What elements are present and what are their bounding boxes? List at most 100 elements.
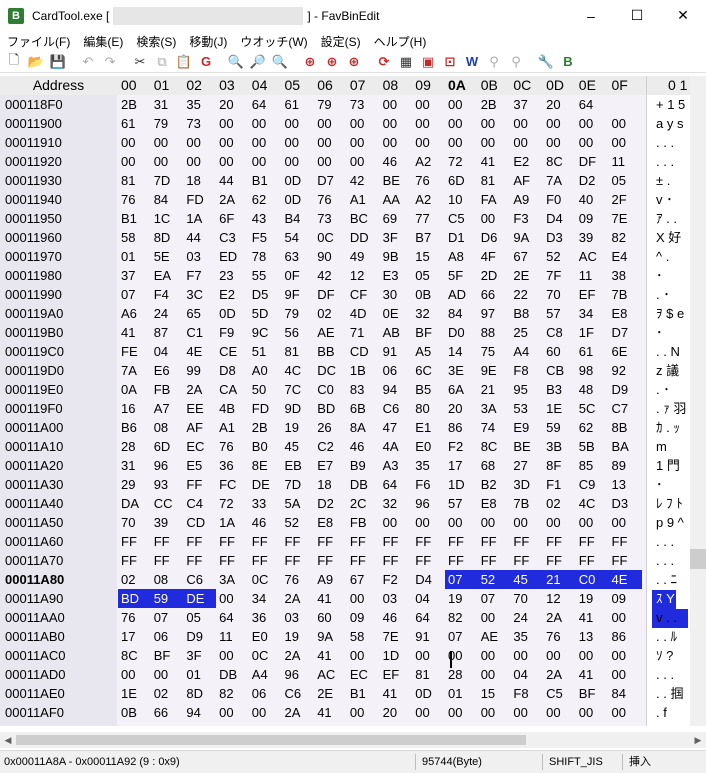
hex-byte-cell[interactable]: 96 bbox=[282, 665, 315, 684]
hex-byte-cell[interactable]: 00 bbox=[380, 95, 413, 114]
hex-byte-cell[interactable]: 5A bbox=[282, 494, 315, 513]
hex-byte-cell[interactable]: 58 bbox=[118, 228, 151, 247]
hex-byte-cell[interactable]: 01 bbox=[183, 665, 216, 684]
hex-byte-cell[interactable]: 79 bbox=[314, 95, 347, 114]
hex-byte-cell[interactable]: 24 bbox=[151, 304, 184, 323]
hex-byte-cell[interactable]: 02 bbox=[543, 494, 576, 513]
hex-byte-cell[interactable]: AF bbox=[510, 171, 543, 190]
maximize-button[interactable]: ☐ bbox=[614, 0, 660, 31]
hex-byte-cell[interactable]: 41 bbox=[380, 684, 413, 703]
hex-byte-cell[interactable]: F3 bbox=[510, 209, 543, 228]
hex-byte-cell[interactable]: 82 bbox=[609, 228, 642, 247]
hex-byte-cell[interactable]: DE bbox=[249, 475, 282, 494]
hex-byte-cell[interactable]: 44 bbox=[216, 171, 249, 190]
hex-byte-cell[interactable]: 8C bbox=[118, 646, 151, 665]
hex-byte-cell[interactable]: 0D bbox=[282, 190, 315, 209]
hex-byte-cell[interactable]: A9 bbox=[510, 190, 543, 209]
hex-byte-cell[interactable]: 81 bbox=[412, 665, 445, 684]
hex-byte-cell[interactable]: BF bbox=[151, 646, 184, 665]
hex-byte-cell[interactable]: D7 bbox=[609, 323, 642, 342]
hex-byte-cell[interactable]: AE bbox=[478, 627, 511, 646]
hex-byte-cell[interactable]: 00 bbox=[118, 665, 151, 684]
hex-byte-cell[interactable]: 8F bbox=[543, 456, 576, 475]
hex-byte-cell[interactable]: 98 bbox=[576, 361, 609, 380]
app-icon[interactable]: B bbox=[557, 52, 579, 72]
hex-byte-cell[interactable]: 15 bbox=[412, 247, 445, 266]
hex-byte-cell[interactable]: 3B bbox=[543, 437, 576, 456]
hex-byte-cell[interactable]: 00 bbox=[576, 133, 609, 152]
hex-byte-cell[interactable]: 82 bbox=[216, 684, 249, 703]
hex-byte-cell[interactable]: A9 bbox=[314, 570, 347, 589]
hex-byte-cell[interactable]: 00 bbox=[183, 152, 216, 171]
hex-byte-cell[interactable]: B1 bbox=[118, 209, 151, 228]
hex-byte-cell[interactable]: FF bbox=[216, 551, 249, 570]
hex-byte-cell[interactable]: B1 bbox=[347, 684, 380, 703]
hex-byte-cell[interactable]: 02 bbox=[118, 570, 151, 589]
hex-byte-cell[interactable]: E8 bbox=[478, 494, 511, 513]
hex-byte-cell[interactable]: 00 bbox=[412, 703, 445, 722]
hex-byte-cell[interactable]: 8A bbox=[347, 418, 380, 437]
hex-byte-cell[interactable]: 00 bbox=[314, 152, 347, 171]
hex-byte-cell[interactable]: F2 bbox=[380, 570, 413, 589]
hex-byte-cell[interactable]: 3A bbox=[478, 399, 511, 418]
hex-byte-cell[interactable]: FF bbox=[576, 551, 609, 570]
hex-byte-cell[interactable]: 0D bbox=[282, 171, 315, 190]
hex-byte-cell[interactable]: AA bbox=[380, 190, 413, 209]
text-preview-cell[interactable]: + 1 5 bbox=[656, 95, 685, 114]
hex-byte-cell[interactable]: 3F bbox=[380, 228, 413, 247]
hex-byte-cell[interactable]: 00 bbox=[445, 133, 478, 152]
hex-byte-cell[interactable]: 4F bbox=[478, 247, 511, 266]
hex-byte-cell[interactable]: 00 bbox=[478, 608, 511, 627]
hex-byte-cell[interactable]: 31 bbox=[118, 456, 151, 475]
hex-byte-cell[interactable]: 00 bbox=[282, 152, 315, 171]
hex-byte-cell[interactable]: 83 bbox=[347, 380, 380, 399]
hex-byte-cell[interactable]: D0 bbox=[445, 323, 478, 342]
hex-byte-cell[interactable]: FD bbox=[183, 190, 216, 209]
hex-byte-cell[interactable]: 20 bbox=[380, 703, 413, 722]
hex-byte-cell[interactable]: 52 bbox=[543, 247, 576, 266]
text-preview-cell[interactable]: . . ﾆ bbox=[656, 570, 677, 589]
hex-byte-cell[interactable]: 27 bbox=[510, 456, 543, 475]
hex-byte-cell[interactable]: 6D bbox=[445, 171, 478, 190]
hex-byte-cell[interactable]: 37 bbox=[510, 95, 543, 114]
hex-byte-cell[interactable]: 81 bbox=[282, 342, 315, 361]
hex-byte-cell[interactable]: 65 bbox=[183, 304, 216, 323]
hex-byte-cell[interactable]: 8C bbox=[478, 437, 511, 456]
hex-byte-cell[interactable]: 00 bbox=[543, 646, 576, 665]
text-preview-cell[interactable]: ･ bbox=[656, 475, 663, 494]
close-button[interactable]: ✕ bbox=[660, 0, 706, 31]
hex-byte-cell[interactable]: 61 bbox=[282, 95, 315, 114]
hex-byte-cell[interactable]: 64 bbox=[216, 608, 249, 627]
hex-byte-cell[interactable]: 03 bbox=[183, 247, 216, 266]
hex-byte-cell[interactable]: 7B bbox=[609, 285, 642, 304]
hex-byte-cell[interactable]: FF bbox=[151, 551, 184, 570]
hex-byte-cell[interactable]: CF bbox=[347, 285, 380, 304]
hex-byte-cell[interactable]: 35 bbox=[510, 627, 543, 646]
hex-byte-cell[interactable]: 37 bbox=[118, 266, 151, 285]
hex-byte-cell[interactable]: 76 bbox=[543, 627, 576, 646]
hex-byte-cell[interactable]: 00 bbox=[609, 513, 642, 532]
hex-byte-cell[interactable]: 20 bbox=[445, 399, 478, 418]
hex-byte-cell[interactable]: 6B bbox=[347, 399, 380, 418]
hex-byte-cell[interactable]: C0 bbox=[314, 380, 347, 399]
hex-byte-cell[interactable]: E1 bbox=[412, 418, 445, 437]
text-preview-cell[interactable]: ｽ Y ﾞ bbox=[656, 589, 685, 608]
hex-byte-cell[interactable]: 6E bbox=[609, 342, 642, 361]
hex-byte-cell[interactable]: 75 bbox=[478, 342, 511, 361]
hex-byte-cell[interactable]: 79 bbox=[151, 114, 184, 133]
hex-byte-cell[interactable]: FF bbox=[216, 532, 249, 551]
hex-byte-cell[interactable]: 64 bbox=[249, 95, 282, 114]
hex-byte-cell[interactable]: 76 bbox=[118, 190, 151, 209]
hex-byte-cell[interactable]: 59 bbox=[543, 418, 576, 437]
hex-byte-cell[interactable]: AF bbox=[183, 418, 216, 437]
hex-byte-cell[interactable]: FE bbox=[118, 342, 151, 361]
hex-byte-cell[interactable]: 60 bbox=[543, 342, 576, 361]
hex-byte-cell[interactable]: 54 bbox=[282, 228, 315, 247]
hex-byte-cell[interactable]: 41 bbox=[478, 152, 511, 171]
hex-byte-cell[interactable]: 08 bbox=[151, 418, 184, 437]
hex-byte-cell[interactable]: 7E bbox=[609, 209, 642, 228]
hex-byte-cell[interactable]: 76 bbox=[282, 570, 315, 589]
hex-byte-cell[interactable]: 80 bbox=[412, 399, 445, 418]
hex-byte-cell[interactable]: FF bbox=[347, 532, 380, 551]
hex-byte-cell[interactable]: C2 bbox=[314, 437, 347, 456]
